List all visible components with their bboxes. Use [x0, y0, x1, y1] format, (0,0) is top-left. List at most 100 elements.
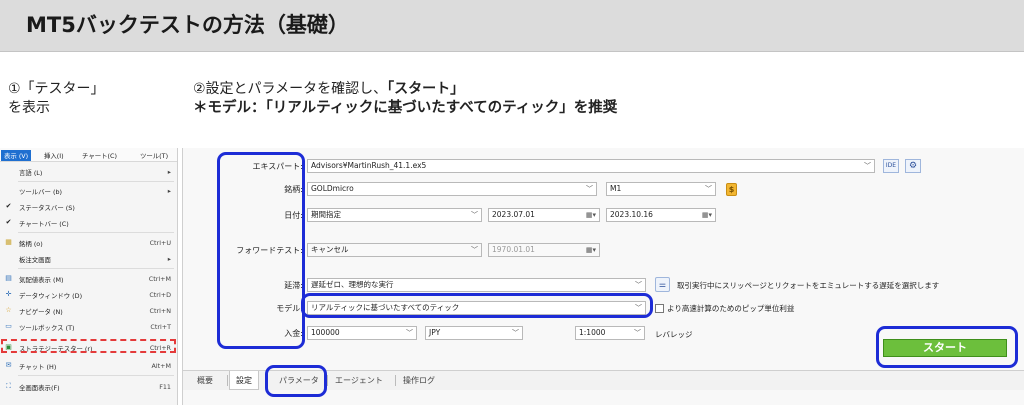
delay-info-text: 取引実行中にスリッページとリクォートをエミュレートする遅延を選択します	[677, 281, 940, 290]
navigator-icon: ☆	[5, 306, 12, 314]
tab-settings[interactable]: 設定	[229, 371, 259, 390]
market-watch-icon: ▤	[5, 274, 12, 282]
menu-item-shortcut: Ctrl+N	[149, 307, 171, 315]
menu-item-label: ナビゲータ (N)	[19, 308, 63, 316]
calendar-icon[interactable]: ▦▾	[702, 209, 712, 221]
delay-select[interactable]: 遅延ゼロ、理想的な実行 ﹀	[307, 278, 646, 292]
menu-item-label: チャット (H)	[19, 363, 57, 371]
chevron-down-icon: ﹀	[471, 246, 478, 254]
leverage-select[interactable]: 1:1000 ﹀	[575, 326, 645, 340]
menu-item-language[interactable]: 言語 (L) ▸	[0, 165, 176, 178]
menu-item-shortcut: Alt+M	[151, 362, 171, 370]
calendar-icon[interactable]: ▦▾	[586, 209, 596, 221]
timeframe-value: M1	[610, 184, 622, 193]
currency-value: JPY	[429, 328, 441, 337]
menu-item-symbols[interactable]: ▦ 銘柄 (o) Ctrl+U	[0, 236, 176, 249]
menu-item-label: 銘柄 (o)	[19, 240, 43, 248]
step2-instruction: ②設定とパラメータを確認し、「スタート」 ＊モデル：「リアルティックに基づいたす…	[193, 80, 617, 118]
chevron-down-icon: ﹀	[705, 185, 712, 193]
date-to-value: 2023.10.16	[610, 210, 653, 219]
menu-item-market-watch[interactable]: ▤ 気配値表示 (M) Ctrl+M	[0, 272, 176, 285]
page-title: MT5バックテストの方法（基礎）	[26, 13, 349, 37]
chevron-down-icon: ﹀	[471, 211, 478, 219]
data-window-icon: ✛	[5, 290, 12, 298]
strategy-tester-highlight	[1, 339, 176, 353]
tab-divider	[227, 375, 228, 386]
timeframe-select[interactable]: M1 ﹀	[606, 182, 716, 196]
currency-select[interactable]: JPY ﹀	[425, 326, 523, 340]
menu-item-label: 言語 (L)	[19, 169, 43, 177]
menu-item-icon	[4, 186, 13, 194]
menu-divider	[18, 181, 174, 182]
ide-button[interactable]: IDE	[883, 159, 899, 173]
menu-item-label: チャートバー (C)	[19, 220, 69, 228]
symbols-icon: ▦	[5, 238, 12, 246]
tab-divider	[395, 375, 396, 386]
pip-profit-label: より高速計算のためのピップ単位利益	[667, 304, 795, 313]
menu-item-toolbar[interactable]: ツールバー (b) ▸	[0, 184, 176, 197]
deposit-select[interactable]: 100000 ﹀	[307, 326, 417, 340]
symbol-select[interactable]: GOLDmicro ﹀	[307, 182, 597, 196]
delay-settings-icon[interactable]: ⚌	[655, 277, 670, 292]
menu-item-depth-of-market[interactable]: 板注文画面 ▸	[0, 252, 176, 265]
menu-view[interactable]: 表示 (V)	[1, 150, 32, 161]
menu-chart[interactable]: チャート(C)	[82, 151, 117, 160]
menu-item-toolbox[interactable]: ▭ ツールボックス (T) Ctrl+T	[0, 320, 176, 333]
menu-insert[interactable]: 挿入(I)	[44, 151, 64, 160]
tab-divider	[327, 375, 328, 386]
tab-agents[interactable]: エージェント	[335, 375, 383, 386]
menu-item-shortcut: Ctrl+U	[149, 239, 171, 247]
model-highlight	[301, 293, 653, 318]
menu-item-icon	[4, 254, 13, 262]
date-from-field[interactable]: 2023.07.01 ▦▾	[488, 208, 600, 222]
start-highlight	[876, 326, 1018, 368]
submenu-arrow-icon: ▸	[167, 187, 171, 195]
checkmark-icon: ✔	[5, 218, 12, 226]
date-to-field[interactable]: 2023.10.16 ▦▾	[606, 208, 716, 222]
chevron-down-icon: ﹀	[512, 329, 519, 337]
menu-item-label: ツールボックス (T)	[19, 324, 75, 332]
step2-line1-emph: 「スタート」	[387, 81, 465, 97]
menu-item-label: ツールバー (b)	[19, 188, 63, 196]
step2-line2: ＊モデル：「リアルティックに基づいたすべてのティック」を推奨	[193, 100, 618, 116]
chevron-down-icon: ﹀	[586, 185, 593, 193]
forward-test-value: キャンセル	[311, 245, 349, 254]
deposit-amount: 100000	[311, 328, 340, 337]
menu-item-navigator[interactable]: ☆ ナビゲータ (N) Ctrl+N	[0, 304, 176, 317]
leverage-value: 1:1000	[579, 328, 606, 337]
menu-item-statusbar[interactable]: ✔ ステータスバー (S)	[0, 200, 176, 213]
date-mode-select[interactable]: 期間指定 ﹀	[307, 208, 482, 222]
tab-journal[interactable]: 操作ログ	[403, 375, 435, 386]
menu-bar: 表示 (V) 挿入(I) チャート(C) ツール(T)	[0, 148, 177, 162]
menu-item-data-window[interactable]: ✛ データウィンドウ (D) Ctrl+D	[0, 288, 176, 301]
settings-gear-icon[interactable]: ⚙	[905, 159, 921, 173]
step1-instruction: ①「テスター」 を表示	[8, 80, 105, 118]
menu-item-shortcut: Ctrl+T	[150, 323, 171, 331]
parameters-highlight	[265, 365, 327, 397]
submenu-arrow-icon: ▸	[167, 255, 171, 263]
menu-item-fullscreen[interactable]: ⛶ 全画面表示(F) F11	[0, 380, 176, 393]
menu-tools[interactable]: ツール(T)	[140, 151, 168, 160]
menu-item-label: 気配値表示 (M)	[19, 276, 64, 284]
chevron-down-icon: ﹀	[406, 329, 413, 337]
expert-value: Advisors¥MartinRush_41.1.ex5	[311, 161, 427, 170]
menu-item-label: データウィンドウ (D)	[19, 292, 83, 300]
symbol-value: GOLDmicro	[311, 184, 354, 193]
menu-divider	[18, 268, 174, 269]
pip-profit-checkbox[interactable]	[655, 304, 664, 313]
menu-item-shortcut: F11	[159, 383, 171, 391]
menu-item-label: 板注文画面	[19, 256, 51, 264]
forward-test-select[interactable]: キャンセル ﹀	[307, 243, 482, 257]
labels-highlight	[217, 152, 305, 349]
step1-line2: を表示	[8, 100, 50, 116]
symbol-specs-icon[interactable]: $	[726, 183, 737, 196]
toolbox-icon: ▭	[5, 322, 12, 330]
menu-item-chat[interactable]: ✉ チャット (H) Alt+M	[0, 359, 176, 372]
date-from-value: 2023.07.01	[492, 210, 535, 219]
tab-overview[interactable]: 概要	[197, 375, 213, 386]
step2-line1-text: ②設定とパラメータを確認し、	[193, 81, 388, 97]
menu-item-label: ステータスバー (S)	[19, 204, 75, 212]
expert-select[interactable]: Advisors¥MartinRush_41.1.ex5 ﹀	[307, 159, 875, 173]
menu-item-label: 全画面表示(F)	[19, 384, 60, 392]
menu-item-chartbar[interactable]: ✔ チャートバー (C)	[0, 216, 176, 229]
